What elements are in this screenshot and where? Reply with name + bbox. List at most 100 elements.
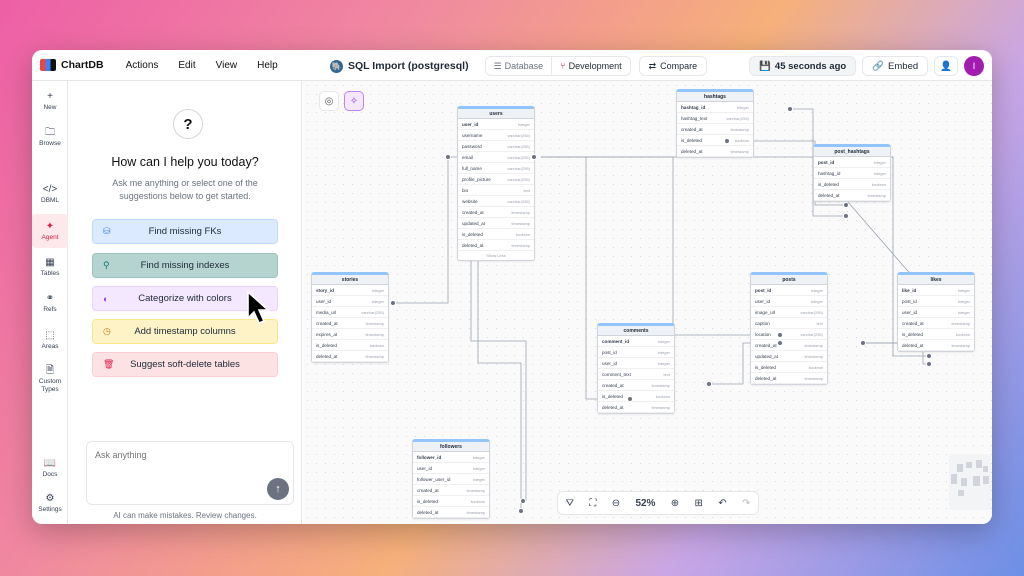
connection-port[interactable] <box>926 353 932 359</box>
table-header[interactable]: comments <box>598 326 674 336</box>
chat-input[interactable] <box>95 450 275 460</box>
zoom-in-icon[interactable]: ⊕ <box>671 498 679 509</box>
filter-icon[interactable]: ⛛ <box>566 498 574 509</box>
table-field-row[interactable]: deleted_at timestamp <box>312 351 388 362</box>
table-field-row[interactable]: deleted_at timestamp <box>413 507 489 518</box>
table-field-row[interactable]: location varchar(255) <box>751 329 827 340</box>
compare-button[interactable]: ⇄ Compare <box>638 56 708 76</box>
table-field-row[interactable]: created_at timestamp <box>312 318 388 329</box>
table-field-row[interactable]: created_at timestamp <box>898 318 974 329</box>
table-field-row[interactable]: deleted_at timestamp <box>814 190 890 201</box>
table-header[interactable]: posts <box>751 275 827 285</box>
table-field-row[interactable]: user_id integer <box>598 358 674 369</box>
minimap[interactable] <box>949 454 991 510</box>
embed-button[interactable]: 🔗 Embed <box>862 56 929 76</box>
connection-port[interactable] <box>926 361 932 367</box>
connection-port[interactable] <box>777 340 783 346</box>
connection-port[interactable] <box>390 300 396 306</box>
suggestion-button[interactable]: ⛁ Find missing FKs <box>92 219 278 244</box>
table-field-row[interactable]: follower_user_id integer <box>413 474 489 485</box>
table-field-row[interactable]: deleted_at timestamp <box>898 340 974 351</box>
table-field-row[interactable]: caption text <box>751 318 827 329</box>
table-field-row[interactable]: post_id integer <box>898 296 974 307</box>
table-field-row[interactable]: is_deleted boolean <box>312 340 388 351</box>
table-field-row[interactable]: hashtag_id integer <box>814 168 890 179</box>
share-user-button[interactable]: 👤 <box>934 56 958 76</box>
table-field-row[interactable]: user_id integer <box>312 296 388 307</box>
table-field-row[interactable]: username varchar(255) <box>458 130 534 141</box>
table-field-row[interactable]: deleted_at timestamp <box>751 373 827 384</box>
sidebar-item-settings[interactable]: ⚙ Settings <box>32 493 68 514</box>
table-field-row[interactable]: story_id integer <box>312 285 388 296</box>
branch-tab[interactable]: ⑂ Development <box>551 57 629 75</box>
connection-port[interactable] <box>518 508 524 514</box>
table-field-row[interactable]: created_at timestamp <box>413 485 489 496</box>
table-field-row[interactable]: like_id integer <box>898 285 974 296</box>
fit-view-icon[interactable]: ⛶ <box>589 498 596 509</box>
table-header[interactable]: hashtags <box>677 92 753 102</box>
table-field-row[interactable]: expires_at timestamp <box>312 329 388 340</box>
connection-port[interactable] <box>706 381 712 387</box>
table-node-stories[interactable]: stories story_id integer user_id integer medi… <box>311 272 389 363</box>
table-field-row[interactable]: is_deleted boolean <box>751 362 827 373</box>
table-field-row[interactable]: profile_picture varchar(255) <box>458 174 534 185</box>
app-logo[interactable]: ChartDB <box>40 59 104 71</box>
table-field-row[interactable]: image_url varchar(255) <box>751 307 827 318</box>
table-field-row[interactable]: full_name varchar(255) <box>458 163 534 174</box>
connection-port[interactable] <box>520 498 526 504</box>
diagram-canvas[interactable]: ◎ ✧ users user_id integer username varchar(2… <box>303 81 992 524</box>
sidebar-item-custom-types[interactable]: 🗎 Custom Types <box>32 365 68 394</box>
table-field-row[interactable]: is_deleted boolean <box>814 179 890 190</box>
table-field-row[interactable]: hashtag_text varchar(255) <box>677 113 753 124</box>
table-node-users[interactable]: users user_id integer username varchar(255) p… <box>457 106 535 261</box>
save-status[interactable]: 💾 45 seconds ago <box>749 56 857 76</box>
connection-port[interactable] <box>843 213 849 219</box>
table-field-row[interactable]: is_deleted boolean <box>598 391 674 402</box>
table-field-row[interactable]: comment_id integer <box>598 336 674 347</box>
table-field-row[interactable]: bio text <box>458 185 534 196</box>
table-field-row[interactable]: follower_id integer <box>413 452 489 463</box>
menu-edit[interactable]: Edit <box>178 60 195 71</box>
grid-icon[interactable]: ⊞ <box>695 498 703 509</box>
table-field-row[interactable]: user_id integer <box>898 307 974 318</box>
table-field-row[interactable]: is_deleted boolean <box>413 496 489 507</box>
zoom-out-icon[interactable]: ⊖ <box>612 498 620 509</box>
table-field-row[interactable]: created_at timestamp <box>677 124 753 135</box>
sidebar-item-agent[interactable]: ✦ Agent <box>32 214 68 248</box>
table-field-row[interactable]: password varchar(255) <box>458 141 534 152</box>
connection-port[interactable] <box>445 154 451 160</box>
connection-port[interactable] <box>531 154 537 160</box>
table-header[interactable]: likes <box>898 275 974 285</box>
table-node-posts[interactable]: posts post_id integer user_id integer image_u… <box>750 272 828 385</box>
sidebar-item-tables[interactable]: ▦ Tables <box>32 257 68 278</box>
table-field-row[interactable]: post_id integer <box>814 157 890 168</box>
table-header[interactable]: stories <box>312 275 388 285</box>
table-field-row[interactable]: is_deleted boolean <box>458 229 534 240</box>
table-field-row[interactable]: user_id integer <box>751 296 827 307</box>
send-button[interactable]: ↑ <box>267 478 289 500</box>
table-node-comments[interactable]: comments comment_id integer post_id integer u… <box>597 323 675 414</box>
table-node-hashtags[interactable]: hashtags hashtag_id integer hashtag_text var… <box>676 89 754 158</box>
connection-port[interactable] <box>843 202 849 208</box>
sidebar-item-refs[interactable]: ⚭ Refs <box>32 293 68 314</box>
table-field-row[interactable]: created_at timestamp <box>598 380 674 391</box>
table-field-row[interactable]: deleted_at timestamp <box>598 402 674 413</box>
sidebar-item-areas[interactable]: ⬚ Areas <box>32 330 68 351</box>
table-header[interactable]: users <box>458 109 534 119</box>
connection-port[interactable] <box>627 396 633 402</box>
table-field-row[interactable]: updated_at timestamp <box>458 218 534 229</box>
menu-actions[interactable]: Actions <box>126 60 159 71</box>
table-header[interactable]: post_hashtags <box>814 147 890 157</box>
table-field-row[interactable]: comment_text text <box>598 369 674 380</box>
connection-port[interactable] <box>777 332 783 338</box>
table-node-post_hashtags[interactable]: post_hashtags post_id integer hashtag_id int… <box>813 144 891 202</box>
menu-view[interactable]: View <box>216 60 238 71</box>
table-field-row[interactable]: post_id integer <box>598 347 674 358</box>
table-field-row[interactable]: hashtag_id integer <box>677 102 753 113</box>
table-field-row[interactable]: updated_at timestamp <box>751 351 827 362</box>
redo-icon[interactable]: ↷ <box>742 498 750 509</box>
connection-port[interactable] <box>724 138 730 144</box>
table-field-row[interactable]: created_at timestamp <box>458 207 534 218</box>
table-field-row[interactable]: post_id integer <box>751 285 827 296</box>
sidebar-item-browse[interactable]: 🗀 Browse <box>32 127 68 148</box>
